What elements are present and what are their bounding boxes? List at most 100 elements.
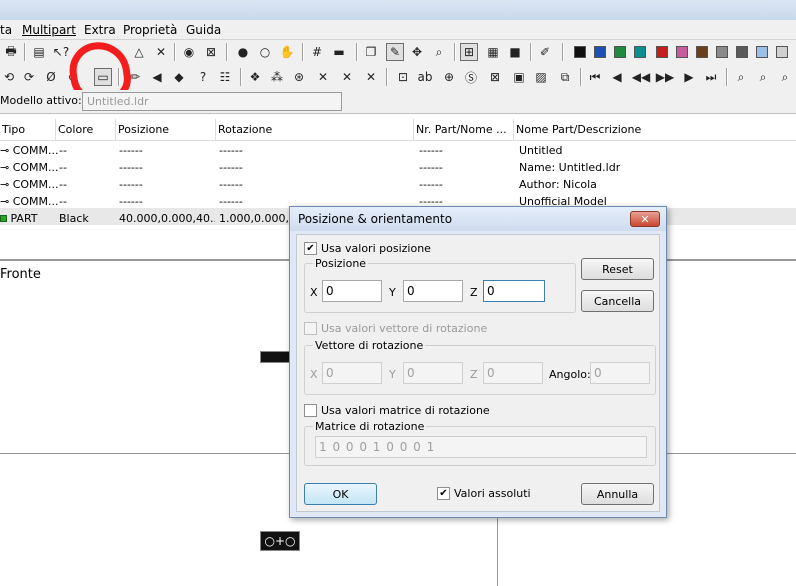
color-swatch[interactable] bbox=[736, 46, 748, 58]
grid-icon[interactable]: # bbox=[308, 43, 326, 61]
menu-item-partial[interactable]: ta bbox=[0, 23, 12, 37]
menu-item-multipart[interactable]: Multipart bbox=[22, 23, 76, 37]
list-icon[interactable]: ☷ bbox=[216, 68, 234, 86]
disabled-brick-icon[interactable]: ⊠ bbox=[202, 43, 220, 61]
color-swatch[interactable] bbox=[756, 46, 768, 58]
color-swatch[interactable] bbox=[676, 46, 688, 58]
next-step-icon[interactable]: ▶ bbox=[680, 68, 698, 86]
active-model-field[interactable]: Untitled.ldr bbox=[82, 92, 342, 111]
pos-x-input[interactable]: 0 bbox=[322, 280, 382, 302]
folder-icon[interactable]: ▬ bbox=[330, 43, 348, 61]
snap-icon[interactable]: ⊛ bbox=[290, 68, 308, 86]
color-swatch[interactable] bbox=[776, 46, 788, 58]
menu-item-proprieta[interactable]: Proprietà bbox=[123, 23, 177, 37]
rotate-left-icon[interactable]: ⟲ bbox=[0, 68, 18, 86]
view-grid-icon[interactable]: ▦ bbox=[484, 43, 502, 61]
color-swatch[interactable] bbox=[594, 46, 606, 58]
blue-diamond-icon[interactable]: ◆ bbox=[170, 68, 188, 86]
view-full-icon[interactable]: ■ bbox=[506, 43, 524, 61]
column-header-tipo[interactable]: Tipo bbox=[0, 119, 56, 141]
edit-mode-icon[interactable]: ✎ bbox=[386, 43, 404, 61]
use-rotation-matrix-checkbox[interactable] bbox=[304, 404, 317, 417]
find-icon[interactable]: ⌕ bbox=[732, 68, 750, 86]
dialog-title: Posizione & orientamento bbox=[298, 212, 453, 226]
properties-icon[interactable]: ▤ bbox=[30, 43, 48, 61]
s-icon[interactable]: Ⓢ bbox=[462, 68, 480, 86]
brick-front-view[interactable] bbox=[260, 351, 292, 363]
column-header-part-number[interactable]: Nr. Part/Nome ... bbox=[414, 119, 514, 141]
picture-icon[interactable]: ▨ bbox=[532, 68, 550, 86]
rot-x-input[interactable]: 0 bbox=[322, 362, 382, 384]
color-swatch[interactable] bbox=[696, 46, 708, 58]
dialog-body: ✔ Usa valori posizione Posizione X 0 Y 0… bbox=[296, 234, 660, 512]
windows-icon[interactable]: ❐ bbox=[362, 43, 380, 61]
first-step-icon[interactable]: ⏮ bbox=[586, 68, 604, 86]
use-rotation-vector-checkbox[interactable] bbox=[304, 322, 317, 335]
query-icon[interactable]: ? bbox=[194, 68, 212, 86]
cross-a-icon[interactable]: ✕ bbox=[314, 68, 332, 86]
rotation-matrix-group-title: Matrice di rotazione bbox=[313, 420, 427, 433]
rot-z-input[interactable]: 0 bbox=[483, 362, 543, 384]
angle-input[interactable]: 0 bbox=[590, 362, 650, 384]
rotate-right-icon[interactable]: ⟳ bbox=[20, 68, 38, 86]
column-header-description[interactable]: Nome Part/Descrizione bbox=[514, 119, 796, 141]
menu-item-extra[interactable]: Extra bbox=[84, 23, 116, 37]
toolbar-separator bbox=[580, 68, 582, 86]
rotation-matrix-input[interactable]: 1 0 0 0 1 0 0 0 1 bbox=[315, 436, 647, 458]
last-step-icon[interactable]: ⏭ bbox=[702, 68, 720, 86]
help-pointer-icon[interactable]: ↖? bbox=[52, 43, 70, 61]
find-replace-icon[interactable]: ⌕ bbox=[776, 68, 794, 86]
find-next-icon[interactable]: ⌕ bbox=[754, 68, 772, 86]
cancel-button[interactable]: Annulla bbox=[581, 483, 654, 505]
rewind-icon[interactable]: ◀◀ bbox=[632, 68, 650, 86]
insert-icon[interactable]: ⊡ bbox=[394, 68, 412, 86]
column-header-rotazione[interactable]: Rotazione bbox=[216, 119, 414, 141]
brick-top-view[interactable]: ○+○ bbox=[260, 531, 300, 551]
color-picker-icon[interactable]: ✐ bbox=[536, 43, 554, 61]
color-swatch[interactable] bbox=[716, 46, 728, 58]
use-position-checkbox[interactable]: ✔ bbox=[304, 242, 317, 255]
print-icon[interactable]: 🖶 bbox=[2, 43, 20, 61]
scatter-icon[interactable]: ⁂ bbox=[268, 68, 286, 86]
rot-y-input[interactable]: 0 bbox=[403, 362, 463, 384]
blue-shape-icon[interactable]: ◀ bbox=[148, 68, 166, 86]
column-header-posizione[interactable]: Posizione bbox=[116, 119, 216, 141]
hand-icon[interactable]: ✋ bbox=[278, 43, 296, 61]
image-icon[interactable]: ▣ bbox=[510, 68, 528, 86]
delete-button[interactable]: Cancella bbox=[581, 290, 654, 312]
cross-c-icon[interactable]: ✕ bbox=[362, 68, 380, 86]
column-header-colore[interactable]: Colore bbox=[56, 119, 116, 141]
fast-forward-icon[interactable]: ▶▶ bbox=[656, 68, 674, 86]
mirror-icon[interactable]: Ø bbox=[42, 68, 60, 86]
bell-icon[interactable]: △ bbox=[130, 43, 148, 61]
close-button[interactable]: ✕ bbox=[630, 211, 660, 227]
cell-color: -- bbox=[59, 178, 67, 191]
zoom-icon[interactable]: ⌕ bbox=[430, 43, 448, 61]
absolute-values-checkbox[interactable]: ✔ bbox=[437, 487, 450, 500]
pos-z-input[interactable]: 0 bbox=[483, 280, 545, 302]
prev-step-icon[interactable]: ◀ bbox=[608, 68, 626, 86]
light-bulb-icon[interactable]: ● bbox=[234, 43, 252, 61]
cell-part-number: ------ bbox=[419, 144, 443, 157]
color-swatch[interactable] bbox=[656, 46, 668, 58]
window-title-bar bbox=[0, 0, 796, 20]
color-swatch[interactable] bbox=[634, 46, 646, 58]
disabled-tool-icon[interactable]: ✕ bbox=[152, 43, 170, 61]
step-icon[interactable]: ⊕ bbox=[440, 68, 458, 86]
cell-description: Author: Nicola bbox=[519, 178, 597, 191]
menu-item-guida[interactable]: Guida bbox=[186, 23, 221, 37]
move-icon[interactable]: ✥ bbox=[408, 43, 426, 61]
color-swatch[interactable] bbox=[614, 46, 626, 58]
color-swatch[interactable] bbox=[574, 46, 586, 58]
delete-step-icon[interactable]: ⊠ bbox=[486, 68, 504, 86]
clone-icon[interactable]: ⧉ bbox=[556, 68, 574, 86]
view-four-icon[interactable]: ⊞ bbox=[460, 43, 478, 61]
light-off-icon[interactable]: ○ bbox=[256, 43, 274, 61]
pos-y-input[interactable]: 0 bbox=[403, 280, 463, 302]
group-icon[interactable]: ❖ bbox=[246, 68, 264, 86]
cross-b-icon[interactable]: ✕ bbox=[338, 68, 356, 86]
text-ab-icon[interactable]: ab bbox=[416, 68, 434, 86]
reset-button[interactable]: Reset bbox=[581, 258, 654, 280]
ok-button[interactable]: OK bbox=[304, 483, 377, 505]
brick-icon[interactable]: ◉ bbox=[180, 43, 198, 61]
